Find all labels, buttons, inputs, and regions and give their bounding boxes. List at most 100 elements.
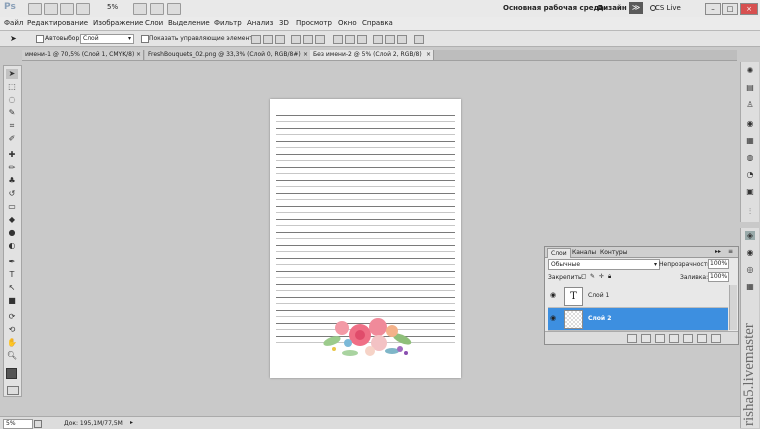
close-tab-icon[interactable]: ×	[426, 50, 431, 60]
maximize-button[interactable]: □	[722, 3, 738, 15]
blur-tool-icon[interactable]: ●	[6, 228, 18, 238]
adjustments-icon[interactable]: ✺	[745, 66, 755, 75]
navigator-icon[interactable]: ◔	[745, 170, 755, 179]
lock-all-icon[interactable]: 🔒︎	[608, 273, 611, 281]
align-top-icon[interactable]	[251, 35, 261, 44]
paint-bucket-tool-icon[interactable]: ◆	[6, 215, 18, 225]
brushes-icon[interactable]: ⫶	[745, 207, 755, 216]
styles-icon[interactable]: ◍	[745, 153, 755, 162]
brush-tool-icon[interactable]: ✏	[6, 163, 18, 173]
distribute-vcenter-icon[interactable]	[345, 35, 355, 44]
3d-rotate-tool-icon[interactable]: ⟳	[6, 312, 18, 322]
actions-icon[interactable]: ♙	[745, 100, 755, 109]
rectangle-tool-icon[interactable]: ■	[6, 296, 18, 306]
document-canvas[interactable]	[270, 99, 461, 378]
link-layers-icon[interactable]	[627, 334, 637, 343]
marquee-tool-icon[interactable]: ⬚	[6, 82, 18, 92]
minimize-button[interactable]: –	[705, 3, 721, 15]
clone-stamp-tool-icon[interactable]: ♣	[6, 176, 18, 186]
distribute-left-icon[interactable]	[373, 35, 383, 44]
history-brush-tool-icon[interactable]: ↺	[6, 189, 18, 199]
menu-image[interactable]: Изображение	[93, 19, 143, 27]
layer-name[interactable]: Слой 2	[588, 315, 611, 322]
menu-help[interactable]: Справка	[362, 19, 393, 27]
hand-tool-icon[interactable]: ✋	[6, 338, 18, 348]
tab-paths[interactable]: Контуры	[597, 248, 630, 257]
bridge-icon[interactable]	[28, 3, 42, 15]
screen-mode-icon[interactable]	[167, 3, 181, 15]
dodge-tool-icon[interactable]: ◐	[6, 241, 18, 251]
distribute-top-icon[interactable]	[333, 35, 343, 44]
menu-3d[interactable]: 3D	[279, 19, 289, 27]
blend-mode-dropdown[interactable]: Обычные ▾	[548, 259, 660, 270]
hand-tool-icon[interactable]	[133, 3, 147, 15]
workspace-design[interactable]: Дизайн	[597, 4, 627, 12]
type-tool-icon[interactable]: T	[6, 270, 18, 280]
tab-channels[interactable]: Каналы	[569, 248, 599, 257]
menu-window[interactable]: Окно	[338, 19, 357, 27]
adjustment-layer-icon[interactable]	[669, 334, 679, 343]
layer-row-selected[interactable]: ◉ Слой 2	[548, 308, 728, 331]
info-icon[interactable]: ▣	[745, 187, 755, 196]
pen-tool-icon[interactable]: ✒	[6, 257, 18, 267]
path-selection-tool-icon[interactable]: ↖	[6, 283, 18, 293]
delete-layer-icon[interactable]	[711, 334, 721, 343]
layers-icon[interactable]: ◈	[745, 231, 755, 240]
distribute-right-icon[interactable]	[397, 35, 407, 44]
cs-live-button[interactable]: CS Live	[655, 4, 681, 12]
align-bottom-icon[interactable]	[275, 35, 285, 44]
new-group-icon[interactable]	[683, 334, 693, 343]
zoom-tool-icon[interactable]: 🔍︎	[6, 351, 18, 361]
close-tab-icon[interactable]: ×	[136, 50, 141, 60]
eraser-tool-icon[interactable]: ▭	[6, 202, 18, 212]
align-vcenter-icon[interactable]	[263, 35, 273, 44]
panel-menu-icon[interactable]: ≡	[728, 248, 733, 255]
layer-style-icon[interactable]	[641, 334, 651, 343]
align-left-icon[interactable]	[291, 35, 301, 44]
visibility-eye-icon[interactable]: ◉	[550, 292, 558, 299]
menu-layers[interactable]: Слои	[145, 19, 163, 27]
show-controls-checkbox[interactable]	[141, 35, 149, 43]
visibility-eye-icon[interactable]: ◉	[550, 315, 558, 322]
zoom-level[interactable]: 5%	[107, 3, 118, 11]
autoselect-dropdown[interactable]: Слой ▾	[80, 34, 134, 44]
move-tool-icon[interactable]: ➤	[10, 34, 17, 43]
distribute-bottom-icon[interactable]	[357, 35, 367, 44]
distribute-hcenter-icon[interactable]	[385, 35, 395, 44]
more-workspaces-button[interactable]: ≫	[629, 2, 643, 14]
tab-document-2[interactable]: FreshBouquets_02.png @ 33,3% (Слой 0, RG…	[145, 50, 311, 60]
close-tab-icon[interactable]: ×	[303, 50, 308, 60]
opacity-input[interactable]: 100%	[708, 259, 729, 269]
fill-input[interactable]: 100%	[708, 272, 729, 282]
healing-brush-tool-icon[interactable]: ✚	[6, 150, 18, 160]
tab-document-3[interactable]: Без имени-2 @ 5% (Слой 2, RGB/8) ×	[310, 50, 434, 60]
document-size-info[interactable]: Док: 195,1M/77,5M	[64, 420, 123, 427]
quick-select-tool-icon[interactable]: ✎	[6, 108, 18, 118]
auto-align-icon[interactable]	[414, 35, 424, 44]
eyedropper-tool-icon[interactable]: ✐	[6, 134, 18, 144]
layer-name[interactable]: Слой 1	[588, 292, 609, 299]
lock-pixels-icon[interactable]: ✎	[590, 273, 595, 280]
lock-position-icon[interactable]: ✛	[599, 273, 604, 280]
layer-row[interactable]: ◉ T Слой 1	[548, 285, 728, 308]
align-right-icon[interactable]	[315, 35, 325, 44]
lasso-tool-icon[interactable]: ◌	[6, 95, 18, 105]
menu-view[interactable]: Просмотр	[296, 19, 332, 27]
rotate-view-icon[interactable]	[150, 3, 164, 15]
paths-icon[interactable]: ◎	[745, 265, 755, 274]
workspace-essentials[interactable]: Основная рабочая среда	[503, 4, 604, 12]
minibridge-icon[interactable]	[44, 3, 58, 15]
autoselect-checkbox[interactable]	[36, 35, 44, 43]
close-button[interactable]: ×	[740, 3, 758, 15]
history-icon[interactable]: ▤	[745, 83, 755, 92]
quick-mask-icon[interactable]	[7, 386, 19, 395]
new-layer-icon[interactable]	[697, 334, 707, 343]
view-extras-icon[interactable]	[60, 3, 74, 15]
channels-icon[interactable]: ◉	[745, 248, 755, 257]
tab-layers[interactable]: Слои	[547, 248, 571, 258]
menu-file[interactable]: Файл	[4, 19, 23, 27]
tab-document-1[interactable]: имени-1 @ 70,5% (Слой 1, CMYK/8) ×	[22, 50, 144, 60]
collapse-panel-icon[interactable]: ▸▸	[715, 248, 721, 255]
foreground-color-swatch[interactable]	[6, 368, 17, 379]
move-tool-icon[interactable]: ➤	[6, 69, 18, 79]
